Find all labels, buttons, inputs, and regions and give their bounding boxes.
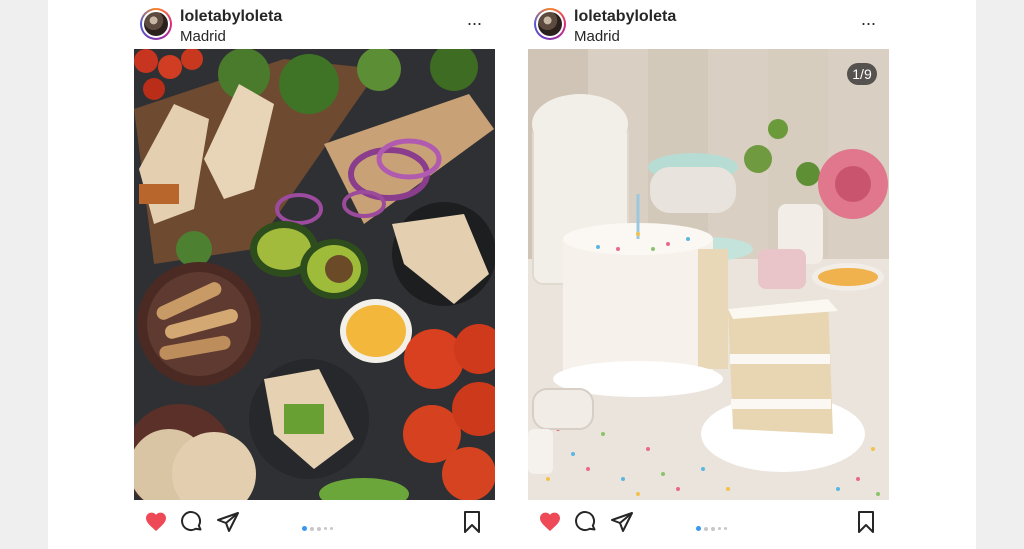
location[interactable]: Madrid (574, 28, 620, 45)
more-options-icon[interactable]: ... (467, 10, 482, 28)
feed-page: loletabyloleta Madrid ... loletabyloleta… (48, 0, 976, 549)
avatar[interactable] (140, 8, 172, 40)
carousel-dot (317, 526, 321, 531)
carousel-dot (704, 526, 708, 531)
post-actions (134, 500, 496, 549)
location[interactable]: Madrid (180, 28, 226, 45)
carousel-dot (696, 526, 701, 532)
heart-icon[interactable] (144, 510, 170, 536)
avatar[interactable] (534, 8, 566, 40)
heart-icon[interactable] (538, 510, 564, 536)
username[interactable]: loletabyloleta (574, 8, 676, 26)
carousel-dot (711, 526, 715, 531)
post-photo[interactable] (134, 49, 495, 500)
cake-image (528, 49, 889, 500)
bookmark-icon[interactable] (460, 510, 486, 536)
carousel-dot (718, 527, 721, 531)
post-card: loletabyloleta Madrid ... (528, 0, 890, 549)
post-card: loletabyloleta Madrid ... (134, 0, 496, 549)
carousel-dot (330, 527, 333, 531)
food-spread-image (134, 49, 495, 500)
carousel-indicator (302, 520, 336, 532)
carousel-dot (302, 526, 307, 532)
username[interactable]: loletabyloleta (180, 8, 282, 26)
share-icon[interactable] (216, 510, 242, 536)
carousel-indicator (696, 520, 730, 532)
carousel-dot (310, 526, 314, 531)
post-header: loletabyloleta Madrid ... (134, 0, 496, 48)
bookmark-icon[interactable] (854, 510, 880, 536)
carousel-dot (724, 527, 727, 531)
post-photo[interactable]: 1/9 (528, 49, 889, 500)
more-options-icon[interactable]: ... (861, 10, 876, 28)
carousel-counter: 1/9 (847, 63, 877, 85)
comment-icon[interactable] (180, 510, 206, 536)
share-icon[interactable] (610, 510, 636, 536)
carousel-dot (324, 527, 327, 531)
post-actions (528, 500, 890, 549)
comment-icon[interactable] (574, 510, 600, 536)
post-header: loletabyloleta Madrid ... (528, 0, 890, 48)
